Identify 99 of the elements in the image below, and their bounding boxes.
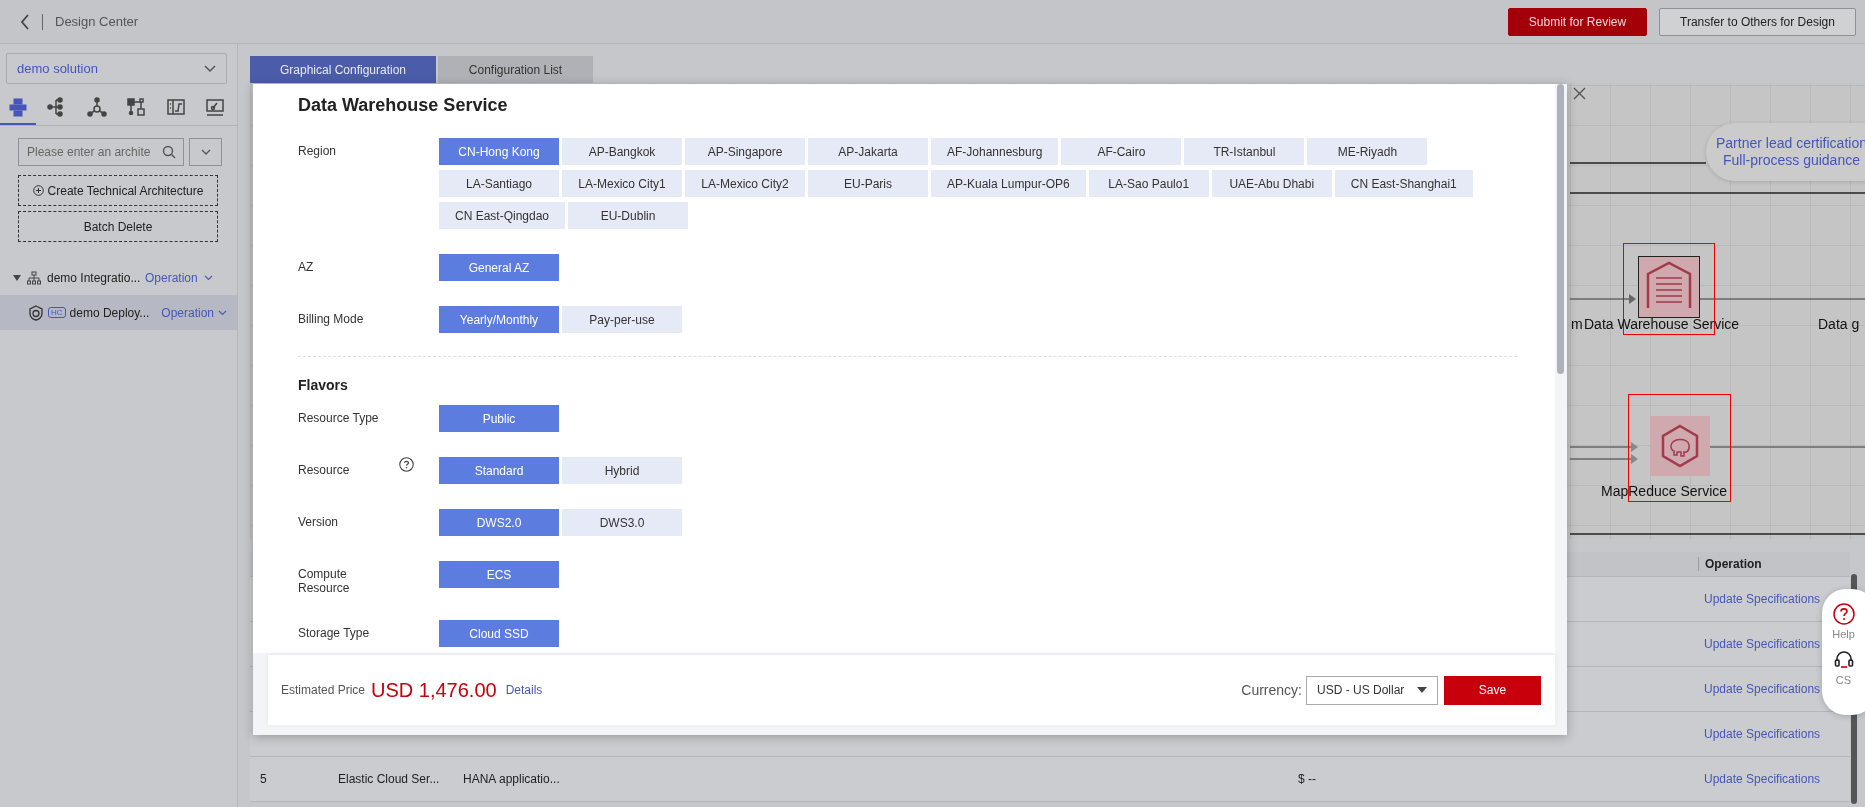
header-button[interactable]: Transfer to Others for Design	[1659, 7, 1856, 36]
table-cell: $ --	[1298, 772, 1316, 786]
help-icon	[1832, 603, 1855, 625]
operation-link[interactable]: Operation	[145, 270, 198, 285]
tab[interactable]: Configuration List	[438, 56, 593, 83]
price-value: USD 1,476.00	[371, 678, 497, 702]
option-button[interactable]: DWS3.0	[562, 509, 682, 536]
table-cell: 5	[260, 772, 267, 786]
currency-label: Currency:	[1241, 682, 1302, 698]
update-link[interactable]: Update Specifications	[1704, 772, 1821, 786]
tab[interactable]: Graphical Configuration	[250, 56, 436, 83]
field-label: Resource Type	[298, 410, 379, 425]
option-button[interactable]: LA-Sao Paulo1	[1088, 170, 1209, 197]
node-label: m	[1571, 316, 1583, 332]
plus-circle-icon	[32, 185, 44, 196]
option-button[interactable]: Public	[439, 405, 559, 432]
table-cell: HANA applicatio...	[463, 772, 560, 786]
tree-item[interactable]: demo Integratio... Operation	[0, 260, 237, 295]
option-button[interactable]: DWS2.0	[439, 509, 559, 536]
help-icon[interactable]	[399, 457, 414, 472]
field-label: Storage Type	[298, 625, 370, 640]
field-label: Compute Resource	[298, 566, 351, 595]
option-button[interactable]: LA-Santiago	[439, 170, 559, 197]
option-button[interactable]: CN East-Qingdao	[439, 202, 566, 229]
field-label: Billing Mode	[298, 311, 364, 326]
help-widget-item[interactable]: CS	[1822, 649, 1865, 686]
save-button[interactable]: Save	[1444, 675, 1541, 705]
header-button[interactable]: Submit for Review	[1508, 7, 1647, 36]
option-button[interactable]: EU-Dublin	[568, 202, 689, 229]
chevron-down-icon	[204, 64, 216, 73]
help-widget-item[interactable]: Help	[1822, 603, 1865, 640]
option-button[interactable]: Cloud SSD	[439, 620, 559, 647]
section-heading: Flavors	[298, 377, 349, 393]
chevron-down-icon	[200, 149, 211, 155]
headset-icon	[1832, 649, 1855, 671]
option-button[interactable]: CN East-Shanghai1	[1334, 170, 1473, 197]
option-button[interactable]: AP-Bangkok	[562, 138, 682, 165]
arrow-line	[1569, 454, 1638, 464]
details-link[interactable]: Details	[505, 683, 543, 697]
field-label: AZ	[298, 259, 314, 274]
back-icon[interactable]	[20, 13, 30, 30]
action-button[interactable]: Batch Delete	[18, 211, 218, 242]
monitor-icon	[205, 97, 226, 117]
option-button[interactable]: Hybrid	[562, 457, 682, 484]
option-button[interactable]: AP-Jakarta	[808, 138, 928, 165]
currency-select[interactable]: USD - US Dollar	[1306, 675, 1438, 705]
search-field[interactable]: Please enter an archite	[18, 138, 184, 166]
option-button[interactable]: UAE-Abu Dhabi	[1211, 170, 1332, 197]
scrollbar[interactable]	[1557, 84, 1564, 374]
solution-dropdown[interactable]: demo solution	[6, 53, 227, 84]
option-button[interactable]: AF-Cairo	[1061, 138, 1182, 165]
network-icon	[7, 97, 28, 117]
option-button[interactable]: ECS	[439, 561, 559, 588]
option-button[interactable]: AF-Johannesburg	[931, 138, 1059, 165]
flowchart-icon	[126, 97, 147, 117]
warehouse-icon	[1638, 256, 1700, 318]
tag-label: HC	[47, 307, 66, 318]
hub-icon	[86, 97, 107, 117]
bubble-text: Full-process guidance	[1722, 152, 1861, 169]
dialog-title: Data Warehouse Service	[298, 95, 509, 116]
option-button[interactable]: EU-Paris	[808, 170, 928, 197]
field-label: Version	[298, 514, 339, 529]
tree-item[interactable]: HC demo Deploy... Operation	[0, 295, 237, 330]
tree-label: demo Integratio...	[47, 270, 139, 285]
option-button[interactable]: AP-Kuala Lumpur-OP6	[931, 170, 1086, 197]
search-icon[interactable]	[162, 145, 176, 159]
page-title: Design Center	[55, 14, 139, 29]
option-button[interactable]: Pay-per-use	[562, 306, 682, 333]
option-button[interactable]: ME-Riyadh	[1307, 138, 1428, 165]
option-button[interactable]: LA-Mexico City1	[562, 170, 682, 197]
caret-icon[interactable]	[13, 273, 21, 282]
close-icon[interactable]	[1573, 87, 1586, 100]
chevron-down-icon	[218, 309, 227, 316]
update-link[interactable]: Update Specifications	[1704, 637, 1821, 651]
price-label: Estimated Price	[281, 683, 366, 697]
option-button[interactable]: AP-Singapore	[685, 138, 805, 165]
field-label: Region	[298, 143, 337, 158]
field-label: Resource	[298, 462, 350, 477]
chevron-down-icon	[203, 274, 213, 281]
arrow-line	[1569, 442, 1638, 452]
caret-icon	[1417, 687, 1427, 693]
update-link[interactable]: Update Specifications	[1704, 592, 1821, 606]
update-link[interactable]: Update Specifications	[1704, 727, 1821, 741]
option-button[interactable]: General AZ	[439, 254, 559, 281]
option-button[interactable]: Yearly/Monthly	[439, 306, 559, 333]
update-link[interactable]: Update Specifications	[1704, 682, 1821, 696]
hierarchy-icon	[27, 270, 41, 285]
option-button[interactable]: CN-Hong Kong	[439, 138, 559, 165]
column-header: Operation	[1698, 557, 1850, 571]
option-button[interactable]: Standard	[439, 457, 559, 484]
action-button[interactable]: Create Technical Architecture	[18, 175, 218, 206]
table-cell: Elastic Cloud Ser...	[338, 772, 440, 786]
chart-panel-icon	[165, 97, 186, 117]
arrow-line	[1569, 294, 1636, 304]
option-button[interactable]: LA-Mexico City2	[685, 170, 805, 197]
node-label: Data g	[1818, 316, 1860, 332]
option-button[interactable]: TR-Istanbul	[1184, 138, 1305, 165]
emblem-icon	[28, 304, 44, 321]
tree-label: demo Deploy...	[69, 305, 151, 320]
